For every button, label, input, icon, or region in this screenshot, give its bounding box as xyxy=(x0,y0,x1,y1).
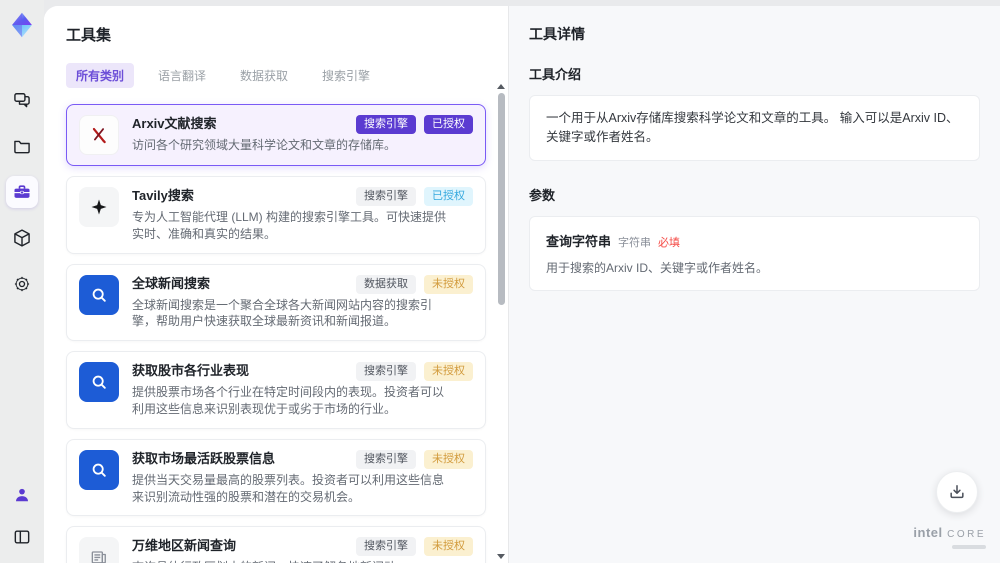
news-search-icon xyxy=(79,274,119,315)
tool-description: 访问各个研究领域大量科学论文和文章的存储库。 xyxy=(132,138,397,152)
panel-toggle-icon[interactable] xyxy=(6,521,38,553)
tool-card-global-news[interactable]: 全球新闻搜索 数据获取 未授权 全球新闻搜索是一个聚合全球各大新闻网站内容的搜索… xyxy=(66,263,486,342)
user-account-icon[interactable] xyxy=(6,479,38,511)
intel-core-subbadge xyxy=(952,545,986,549)
param-description: 用于搜索的Arxiv ID、关键字或作者姓名。 xyxy=(546,260,769,275)
scroll-up-arrow-icon[interactable] xyxy=(497,84,505,89)
tavily-star-icon xyxy=(79,187,119,227)
category-badge: 搜索引擎 xyxy=(356,449,416,469)
package-icon[interactable] xyxy=(6,222,38,254)
tool-name: 获取市场最活跃股票信息 xyxy=(132,450,276,466)
category-badge: 搜索引擎 xyxy=(356,115,416,134)
tool-detail-panel: 工具详情 工具介绍 一个用于从Arxiv存储库搜索科学论文和文章的工具。 输入可… xyxy=(508,6,1000,563)
param-type: 字符串 xyxy=(618,236,652,249)
category-badge: 搜索引擎 xyxy=(356,537,416,557)
category-badge: 搜索引擎 xyxy=(356,187,416,206)
intro-card: 一个用于从Arxiv存储库搜索科学论文和文章的工具。 输入可以是Arxiv ID… xyxy=(529,95,980,161)
tool-card-arxiv[interactable]: Arxiv文献搜索 搜索引擎 已授权 访问各个研究领域大量科学论文和文章的存储库… xyxy=(66,104,486,166)
list-scrollbar[interactable] xyxy=(496,82,506,563)
toolbox-icon-active[interactable] xyxy=(6,176,38,208)
param-name: 查询字符串 xyxy=(546,233,612,249)
tool-card-list: Arxiv文献搜索 搜索引擎 已授权 访问各个研究领域大量科学论文和文章的存储库… xyxy=(66,104,486,563)
tool-description: 查询具体行政区划内的新闻，快速了解各地新闻动 xyxy=(132,559,450,563)
tool-name: 全球新闻搜索 xyxy=(132,275,211,291)
sidebar-nav xyxy=(6,84,38,300)
tool-name: Arxiv文献搜索 xyxy=(132,116,217,131)
params-heading: 参数 xyxy=(529,187,556,203)
arxiv-logo-icon xyxy=(79,115,119,155)
page-title: 工具集 xyxy=(66,27,112,44)
tool-card-body: 获取股市各行业表现 搜索引擎 未授权 提供股票市场各个行业在特定时间段内的表现。… xyxy=(132,362,473,418)
category-badge: 搜索引擎 xyxy=(356,362,416,382)
category-badge: 数据获取 xyxy=(356,274,416,294)
tool-card-tavily[interactable]: Tavily搜索 搜索引擎 已授权 专为人工智能代理 (LLM) 构建的搜索引擎… xyxy=(66,176,486,254)
auth-status-badge: 未授权 xyxy=(424,362,473,382)
stock-search-icon xyxy=(79,449,119,490)
tool-card-regional-news[interactable]: 万维地区新闻查询 搜索引擎 未授权 查询具体行政区划内的新闻，快速了解各地新闻动 xyxy=(66,526,486,563)
tool-name: Tavily搜索 xyxy=(132,188,194,203)
tab-language-translation[interactable]: 语言翻译 xyxy=(148,63,216,88)
tab-all-categories[interactable]: 所有类别 xyxy=(66,63,135,88)
intel-core-logo: intel CORE xyxy=(913,524,986,549)
intro-heading: 工具介绍 xyxy=(529,67,582,82)
tool-card-body: 万维地区新闻查询 搜索引擎 未授权 查询具体行政区划内的新闻，快速了解各地新闻动 xyxy=(132,537,473,563)
download-button[interactable] xyxy=(936,471,978,513)
auth-status-badge: 未授权 xyxy=(424,274,473,294)
stock-search-icon xyxy=(79,362,119,403)
tool-name: 万维地区新闻查询 xyxy=(132,538,237,554)
scrollbar-thumb[interactable] xyxy=(497,93,505,305)
tool-card-active-stocks[interactable]: 获取市场最活跃股票信息 搜索引擎 未授权 提供当天交易量最高的股票列表。投资者可… xyxy=(66,438,486,517)
settings-gear-icon[interactable] xyxy=(6,268,38,300)
sidebar-bottom xyxy=(6,479,38,553)
tool-card-body: Tavily搜索 搜索引擎 已授权 专为人工智能代理 (LLM) 构建的搜索引擎… xyxy=(132,187,473,243)
intel-word: intel xyxy=(913,525,943,541)
newspaper-icon xyxy=(79,537,119,563)
sidebar xyxy=(0,0,44,563)
tool-description: 全球新闻搜索是一个聚合全球各大新闻网站内容的搜索引擎，帮助用户快速获取全球最新资… xyxy=(132,297,433,329)
chat-icon[interactable] xyxy=(6,84,38,116)
tool-card-body: Arxiv文献搜索 搜索引擎 已授权 访问各个研究领域大量科学论文和文章的存储库… xyxy=(132,115,473,155)
auth-status-badge: 未授权 xyxy=(424,537,473,557)
tool-card-body: 全球新闻搜索 数据获取 未授权 全球新闻搜索是一个聚合全球各大新闻网站内容的搜索… xyxy=(132,274,473,331)
scroll-down-arrow-icon[interactable] xyxy=(497,554,505,559)
auth-status-badge: 已授权 xyxy=(424,115,473,134)
tool-name: 获取股市各行业表现 xyxy=(132,363,250,379)
detail-title: 工具详情 xyxy=(529,26,585,42)
core-word: CORE xyxy=(947,529,986,541)
main-surface: 工具集 所有类别 语言翻译 数据获取 搜索引擎 Arxiv文献搜索 搜索引擎 已… xyxy=(44,6,1000,563)
app-logo-icon xyxy=(5,8,39,42)
param-required-badge: 必填 xyxy=(658,236,681,249)
tool-card-body: 获取市场最活跃股票信息 搜索引擎 未授权 提供当天交易量最高的股票列表。投资者可… xyxy=(132,449,473,506)
tool-description: 提供股票市场各个行业在特定时间段内的表现。投资者可以利用这些信息来识别表现优于或… xyxy=(132,385,445,416)
auth-status-badge: 未授权 xyxy=(424,449,473,469)
tool-card-sector-performance[interactable]: 获取股市各行业表现 搜索引擎 未授权 提供股票市场各个行业在特定时间段内的表现。… xyxy=(66,351,486,429)
tool-list-panel: 工具集 所有类别 语言翻译 数据获取 搜索引擎 Arxiv文献搜索 搜索引擎 已… xyxy=(44,6,508,563)
tab-search-engine[interactable]: 搜索引擎 xyxy=(312,63,380,88)
category-tabs: 所有类别 语言翻译 数据获取 搜索引擎 xyxy=(66,63,486,88)
tool-description: 提供当天交易量最高的股票列表。投资者可以利用这些信息来识别流动性强的股票和潜在的… xyxy=(132,472,445,504)
tab-data-acquisition[interactable]: 数据获取 xyxy=(230,63,298,88)
folder-icon[interactable] xyxy=(6,130,38,162)
param-card: 查询字符串 字符串 必填 用于搜索的Arxiv ID、关键字或作者姓名。 xyxy=(529,215,980,291)
auth-status-badge: 已授权 xyxy=(424,187,473,206)
tool-description: 专为人工智能代理 (LLM) 构建的搜索引擎工具。可快速提供实时、准确和真实的结… xyxy=(132,210,447,241)
